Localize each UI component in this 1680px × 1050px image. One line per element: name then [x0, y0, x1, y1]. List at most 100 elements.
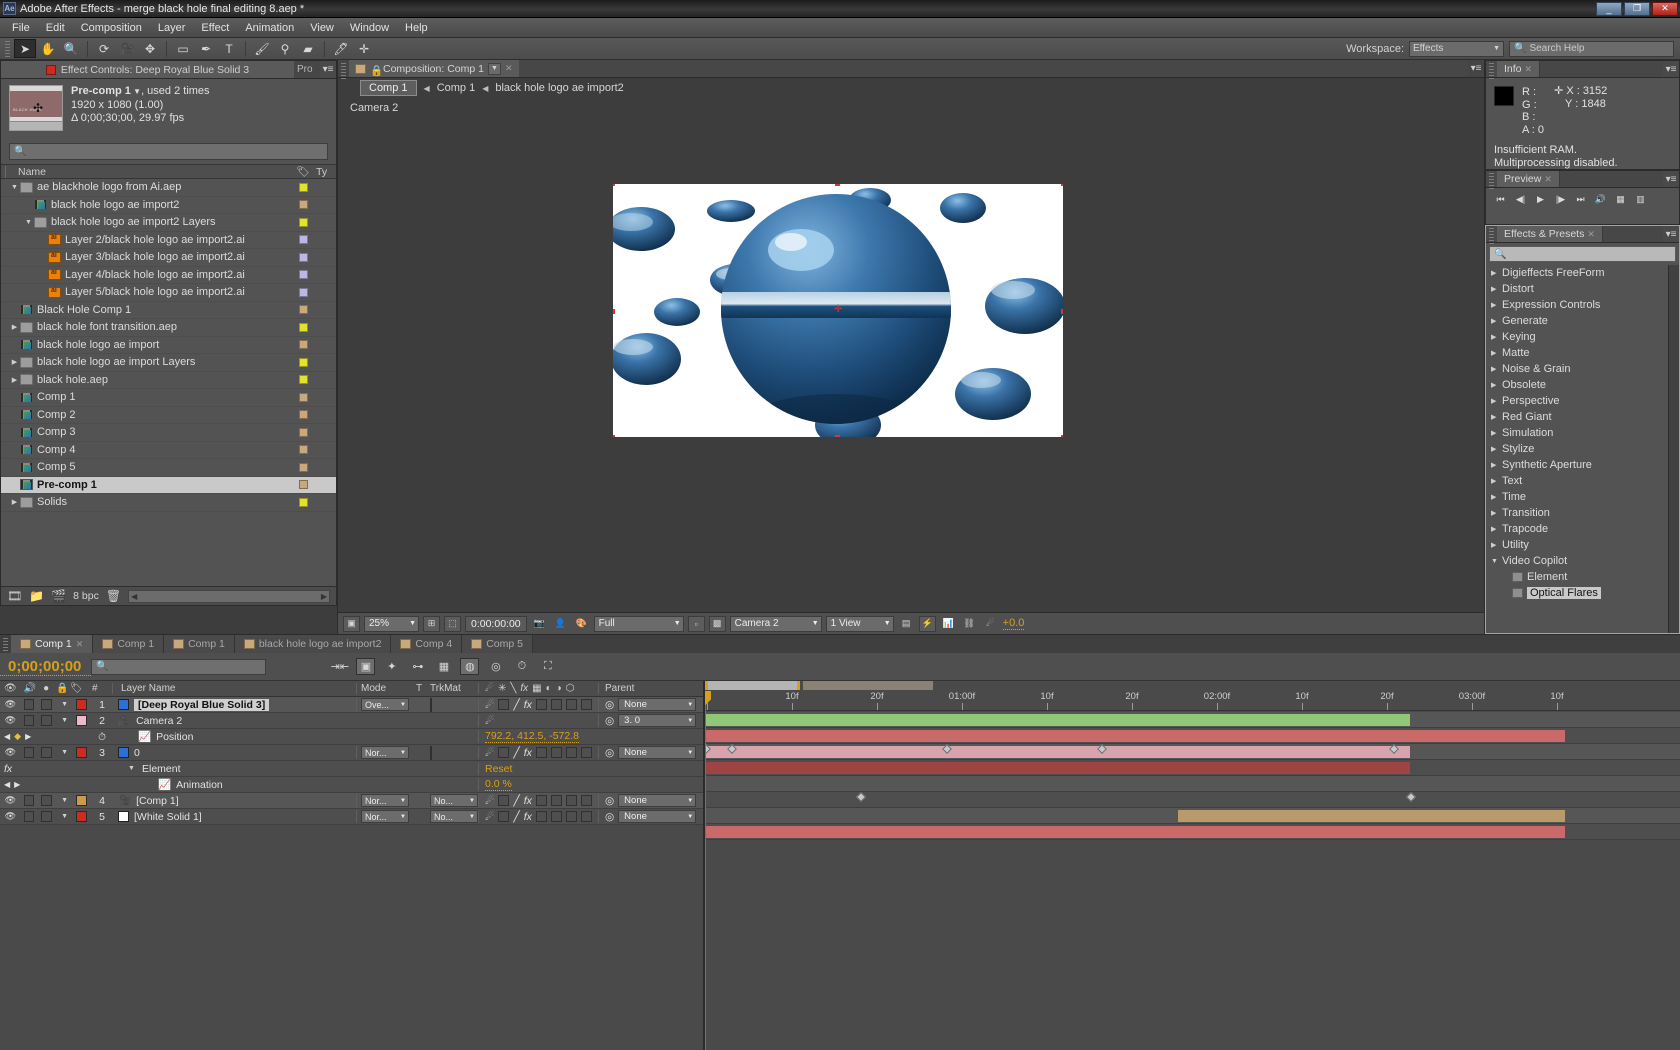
effects-category-list[interactable]: ▶ Digieffects FreeForm ▶ Distort ▶ Expression…	[1486, 265, 1668, 633]
brush-tool[interactable]: 🖌	[251, 39, 273, 58]
parent-dropdown[interactable]: None ▼	[618, 794, 697, 807]
tab-effects-presets[interactable]: Effects & Presets ✕	[1497, 226, 1603, 242]
project-item[interactable]: Layer 5/black hole logo ae import2.ai	[1, 284, 336, 302]
shy-icon[interactable]: ☄	[485, 747, 494, 759]
lock-icon[interactable]: 🔒	[370, 64, 383, 77]
selection-handle-bm[interactable]	[835, 435, 840, 437]
graph-editor-set-icon[interactable]: 📈	[138, 730, 151, 743]
twirl-icon[interactable]: ▼	[59, 717, 70, 724]
project-horizontal-scrollbar[interactable]: ◀ ▶	[128, 589, 330, 603]
scroll-right-icon[interactable]: ▶	[321, 592, 327, 601]
clone-stamp-tool[interactable]: ⚲	[274, 39, 296, 58]
label-color-swatch[interactable]	[298, 305, 308, 315]
three-d-toggle[interactable]	[580, 795, 592, 806]
timeline-layer-row[interactable]: 👁 ▼ 5 [White Solid 1] Nor... ▼ No... ▼ ☄ ╱ fx ◎ None…	[0, 809, 703, 825]
twirl-icon[interactable]: ▶	[1491, 429, 1498, 437]
twirl-icon[interactable]: ▶	[1491, 493, 1498, 501]
layer-duration-bar[interactable]	[705, 730, 1565, 742]
timeline-bar-row[interactable]	[705, 760, 1680, 776]
project-item[interactable]: Comp 5	[1, 459, 336, 477]
label-color-swatch[interactable]	[298, 497, 308, 507]
twirl-icon[interactable]: ▼	[59, 749, 70, 756]
video-visibility-icon[interactable]: 👁	[4, 794, 17, 807]
timeline-bar-row[interactable]	[705, 728, 1680, 744]
column-type[interactable]: Ty	[314, 166, 336, 178]
track-matte-dropdown[interactable]: No... ▼	[430, 794, 478, 807]
shy-icon[interactable]: ☄	[485, 715, 494, 727]
motion-blur-toggle[interactable]	[550, 795, 562, 806]
puppet-tool[interactable]: ✛	[353, 39, 375, 58]
region-of-interest-icon[interactable]: ⬚	[444, 615, 461, 632]
timeline-property-row[interactable]: ◀ ▶ 📈 Animation 0.0 %	[0, 777, 703, 793]
effects-category[interactable]: ▶ Distort	[1486, 281, 1668, 297]
label-color-swatch[interactable]	[298, 410, 308, 420]
previous-keyframe-icon[interactable]: ◀	[4, 780, 10, 789]
keyframe-marker[interactable]	[855, 792, 866, 802]
layer-duration-bar[interactable]	[705, 826, 1565, 838]
breadcrumb-item-1[interactable]: Comp 1	[437, 82, 476, 94]
collapse-toggle[interactable]	[498, 747, 510, 758]
label-color-swatch[interactable]	[298, 480, 308, 490]
project-item[interactable]: Black Hole Comp 1	[1, 302, 336, 319]
composition-canvas[interactable]: ✛	[613, 184, 1063, 437]
layer-label-color[interactable]	[75, 715, 87, 726]
pan-behind-tool[interactable]: ✥	[139, 39, 161, 58]
panel-menu-icon[interactable]: ▾≡	[1663, 171, 1679, 187]
column-name[interactable]: Name	[5, 165, 292, 178]
project-item[interactable]: Layer 3/black hole logo ae import2.ai	[1, 249, 336, 267]
delete-icon[interactable]: 🗑	[106, 589, 121, 603]
effects-category[interactable]: ▶ Obsolete	[1486, 377, 1668, 393]
layer-duration-bar[interactable]	[705, 714, 1411, 726]
project-item[interactable]: black hole logo ae import	[1, 337, 336, 354]
video-visibility-icon[interactable]: 👁	[4, 746, 17, 759]
timeline-tab[interactable]: Comp 1	[164, 635, 235, 653]
project-item[interactable]: Comp 2	[1, 407, 336, 424]
timeline-tab[interactable]: black hole logo ae import2	[234, 635, 392, 653]
twirl-icon[interactable]: ▶	[1491, 269, 1498, 277]
three-d-toggle[interactable]	[580, 699, 592, 710]
parent-pickwhip-icon[interactable]: ◎	[605, 795, 614, 807]
toggle-alpha-icon[interactable]: ▣	[343, 615, 360, 632]
project-item[interactable]: Layer 2/black hole logo ae import2.ai	[1, 232, 336, 249]
audio-toggle[interactable]	[23, 811, 35, 822]
video-visibility-icon[interactable]: 👁	[4, 810, 17, 823]
effects-category[interactable]: ▼ Video Copilot	[1486, 553, 1668, 569]
menu-edit[interactable]: Edit	[38, 20, 73, 36]
tab-project[interactable]: Pro	[294, 61, 320, 78]
effects-category[interactable]: ▶ Digieffects FreeForm	[1486, 265, 1668, 281]
effects-category[interactable]: ▶ Time	[1486, 489, 1668, 505]
shy-icon[interactable]: ☄	[485, 699, 494, 711]
timeline-bar-row[interactable]	[705, 744, 1680, 760]
effects-category[interactable]: ▶ Expression Controls	[1486, 297, 1668, 313]
timeline-property-row[interactable]: ◀ ◆ ▶ ⏱ 📈 Position 792.2, 412.5, -572.8	[0, 729, 703, 745]
timeline-effect-row[interactable]: fx ▼ Element Reset	[0, 761, 703, 777]
blend-mode-dropdown[interactable]: Nor... ▼	[361, 810, 409, 823]
camera-tool[interactable]: 🎥	[116, 39, 138, 58]
twirl-icon[interactable]: ▶	[1491, 541, 1498, 549]
twirl-icon[interactable]: ▶	[1491, 365, 1498, 373]
label-color-swatch[interactable]	[298, 427, 308, 437]
twirl-icon[interactable]: ▶	[1491, 317, 1498, 325]
selection-handle-ml[interactable]	[613, 309, 615, 314]
twirl-icon[interactable]: ▶	[1491, 333, 1498, 341]
loop-button[interactable]: ▥	[1632, 192, 1649, 207]
preserve-transparency-toggle[interactable]	[430, 745, 432, 760]
effects-search-input[interactable]: 🔍	[1489, 246, 1676, 262]
effects-category[interactable]: ▶ Utility	[1486, 537, 1668, 553]
timeline-layer-row[interactable]: 👁 ▼ 2 🎥 Camera 2 ☄ ◎ 3. 0 ▼	[0, 713, 703, 729]
label-color-swatch[interactable]	[298, 252, 308, 262]
grid-guides-icon[interactable]: ⊞	[423, 615, 440, 632]
frame-blend-toggle[interactable]	[535, 795, 547, 806]
audio-button[interactable]: 🔊	[1592, 192, 1609, 207]
video-visibility-icon[interactable]: 👁	[4, 698, 17, 711]
timeline-search-input[interactable]: 🔍	[91, 658, 267, 675]
label-color-swatch[interactable]	[298, 392, 308, 402]
roto-brush-tool[interactable]: 🖊	[330, 39, 352, 58]
fx-grip-icon[interactable]	[1489, 228, 1494, 244]
info-grip-icon[interactable]	[1489, 63, 1494, 79]
new-comp-icon[interactable]: 🎞	[7, 589, 22, 603]
graph-editor-icon[interactable]: ◎	[486, 658, 505, 675]
shape-tool[interactable]: ▭	[172, 39, 194, 58]
layer-duration-bar[interactable]	[1178, 810, 1565, 822]
audio-toggle[interactable]	[23, 795, 35, 806]
